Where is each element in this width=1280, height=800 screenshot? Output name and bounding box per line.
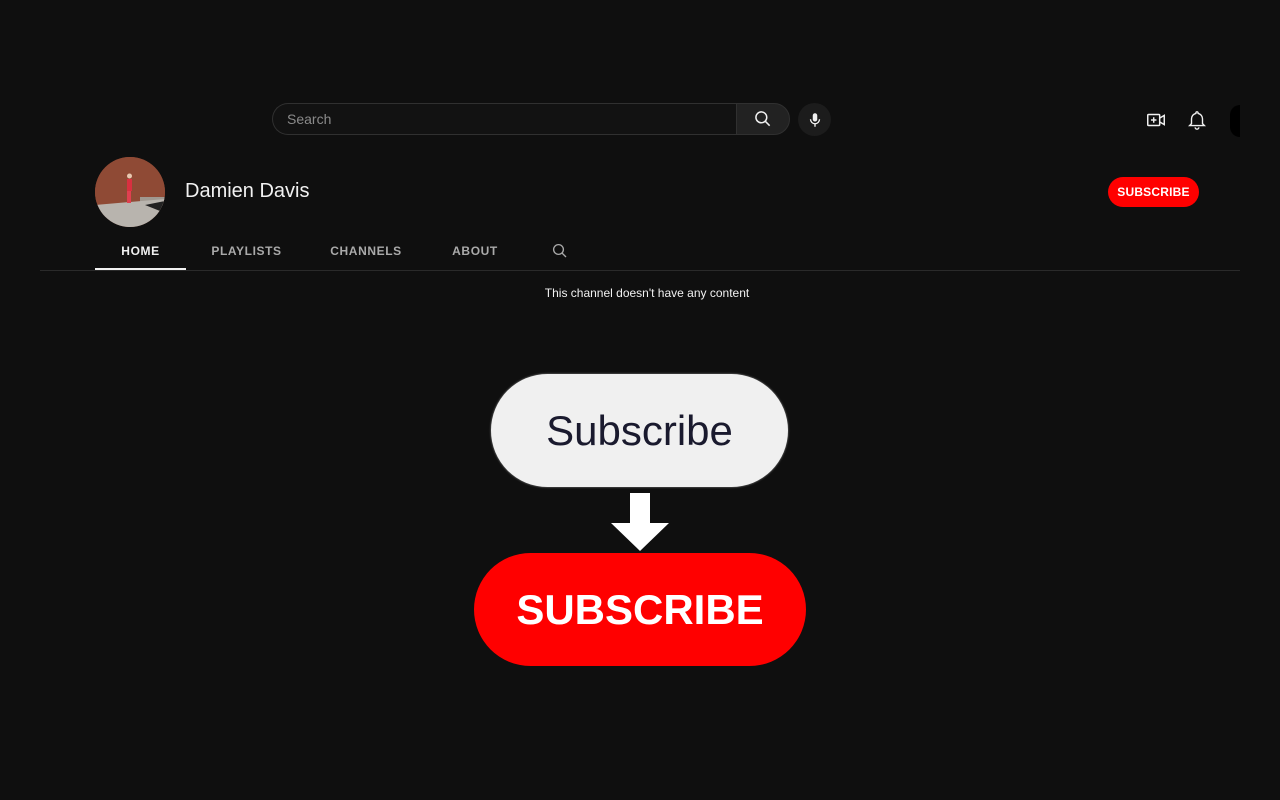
search-box[interactable] <box>272 103 736 135</box>
subscribe-button[interactable]: SUBSCRIBE <box>1108 177 1199 207</box>
search-icon <box>552 243 567 258</box>
create-video-icon <box>1147 113 1165 127</box>
create-button[interactable] <box>1144 108 1168 132</box>
illustration-subscribe-after: SUBSCRIBE <box>474 553 806 666</box>
empty-channel-message: This channel doesn't have any content <box>544 286 750 300</box>
tab-about[interactable]: ABOUT <box>425 232 525 270</box>
notifications-button[interactable] <box>1185 108 1209 132</box>
search-button[interactable] <box>736 103 790 135</box>
search-input[interactable] <box>273 104 736 134</box>
search-icon <box>755 111 771 127</box>
voice-search-button[interactable] <box>798 103 831 136</box>
channel-search-button[interactable] <box>525 232 595 270</box>
tab-divider <box>40 270 1240 271</box>
tab-channels[interactable]: CHANNELS <box>307 232 425 270</box>
down-arrow-icon <box>611 493 669 551</box>
tab-playlists[interactable]: PLAYLISTS <box>186 232 307 270</box>
notifications-bell-icon <box>1188 111 1206 130</box>
tab-home[interactable]: HOME <box>95 232 186 270</box>
channel-name: Damien Davis <box>185 180 310 202</box>
illustration-subscribe-before: Subscribe <box>491 374 788 487</box>
channel-avatar <box>95 157 165 227</box>
microphone-icon <box>809 112 820 127</box>
channel-tabs: HOME PLAYLISTS CHANNELS ABOUT <box>95 232 595 270</box>
account-avatar[interactable] <box>1230 105 1240 137</box>
